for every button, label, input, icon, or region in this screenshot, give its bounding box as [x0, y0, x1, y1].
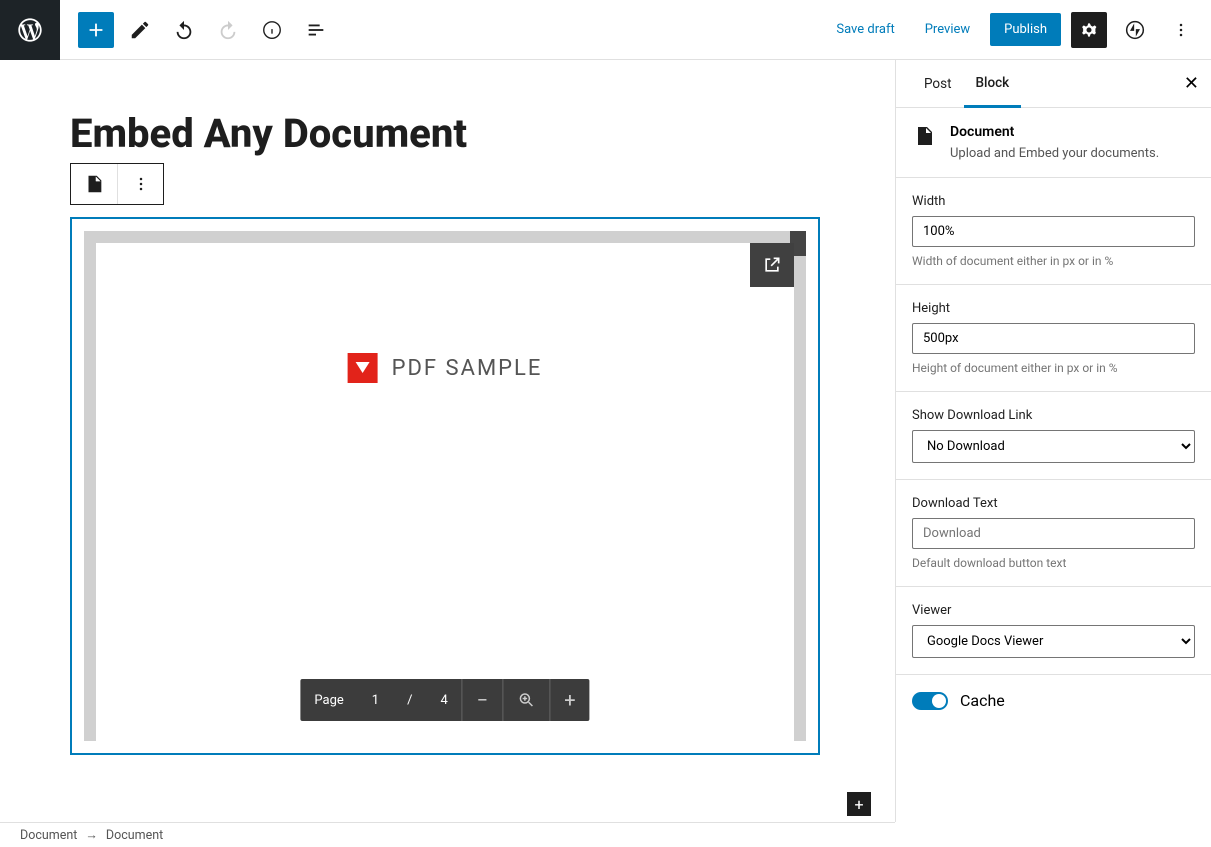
- more-options-button[interactable]: [1163, 12, 1199, 48]
- save-draft-button[interactable]: Save draft: [826, 14, 904, 45]
- document-embed-block[interactable]: PDF SAMPLE Page 1 / 4 − +: [70, 217, 820, 755]
- breadcrumb-item[interactable]: Document: [106, 828, 163, 843]
- width-label: Width: [912, 194, 1195, 209]
- wordpress-logo[interactable]: [0, 0, 60, 60]
- viewer-label: Viewer: [912, 603, 1195, 618]
- pdf-icon: [348, 353, 378, 383]
- width-help: Width of document either in px or in %: [912, 254, 1195, 268]
- pdf-page-controls: Page 1 / 4 − +: [300, 679, 589, 721]
- tab-post[interactable]: Post: [912, 62, 964, 106]
- download-text-input[interactable]: [912, 518, 1195, 549]
- breadcrumb: Document → Document: [0, 822, 895, 847]
- post-title[interactable]: Embed Any Document: [70, 110, 895, 157]
- top-toolbar: Save draft Preview Publish: [0, 0, 1211, 60]
- block-description: Upload and Embed your documents.: [950, 146, 1159, 161]
- height-help: Height of document either in px or in %: [912, 361, 1195, 375]
- block-type-icon[interactable]: [71, 164, 117, 204]
- block-more-options[interactable]: [117, 164, 163, 204]
- popout-icon[interactable]: [750, 243, 794, 287]
- outline-button[interactable]: [298, 12, 334, 48]
- add-block-floating-button[interactable]: +: [847, 792, 871, 816]
- viewer-select[interactable]: Google Docs Viewer: [912, 625, 1195, 658]
- zoom-out-button[interactable]: −: [462, 679, 502, 721]
- document-block-icon: [912, 124, 936, 148]
- download-text-label: Download Text: [912, 496, 1195, 511]
- zoom-in-button[interactable]: +: [549, 679, 589, 721]
- cache-toggle[interactable]: [912, 692, 948, 710]
- block-name: Document: [950, 124, 1159, 140]
- download-select[interactable]: No Download: [912, 430, 1195, 463]
- jetpack-button[interactable]: [1117, 12, 1153, 48]
- add-block-button[interactable]: [78, 12, 114, 48]
- height-label: Height: [912, 301, 1195, 316]
- tab-block[interactable]: Block: [964, 61, 1022, 108]
- info-button[interactable]: [254, 12, 290, 48]
- undo-button[interactable]: [166, 12, 202, 48]
- settings-sidebar: Post Block ✕ Document Upload and Embed y…: [895, 60, 1211, 822]
- cache-label: Cache: [960, 691, 1005, 710]
- breadcrumb-item[interactable]: Document: [20, 828, 77, 843]
- zoom-reset-button[interactable]: [502, 679, 549, 721]
- pdf-sample-heading: PDF SAMPLE: [348, 353, 543, 383]
- chevron-right-icon: →: [85, 828, 98, 843]
- redo-button[interactable]: [210, 12, 246, 48]
- total-pages: 4: [426, 693, 461, 708]
- settings-button[interactable]: [1071, 12, 1107, 48]
- page-label: Page: [300, 693, 357, 708]
- document-viewer: PDF SAMPLE Page 1 / 4 − +: [84, 231, 806, 741]
- height-input[interactable]: [912, 323, 1195, 354]
- width-input[interactable]: [912, 216, 1195, 247]
- current-page[interactable]: 1: [358, 693, 393, 708]
- edit-mode-button[interactable]: [122, 12, 158, 48]
- download-label: Show Download Link: [912, 408, 1195, 423]
- page-separator: /: [393, 693, 426, 708]
- publish-button[interactable]: Publish: [990, 13, 1061, 46]
- close-sidebar-button[interactable]: ✕: [1184, 73, 1199, 94]
- block-toolbar: [70, 163, 164, 205]
- preview-button[interactable]: Preview: [915, 14, 980, 45]
- download-text-help: Default download button text: [912, 556, 1195, 570]
- editor-canvas[interactable]: Embed Any Document PDF SAMPLE Page 1 /: [0, 60, 895, 822]
